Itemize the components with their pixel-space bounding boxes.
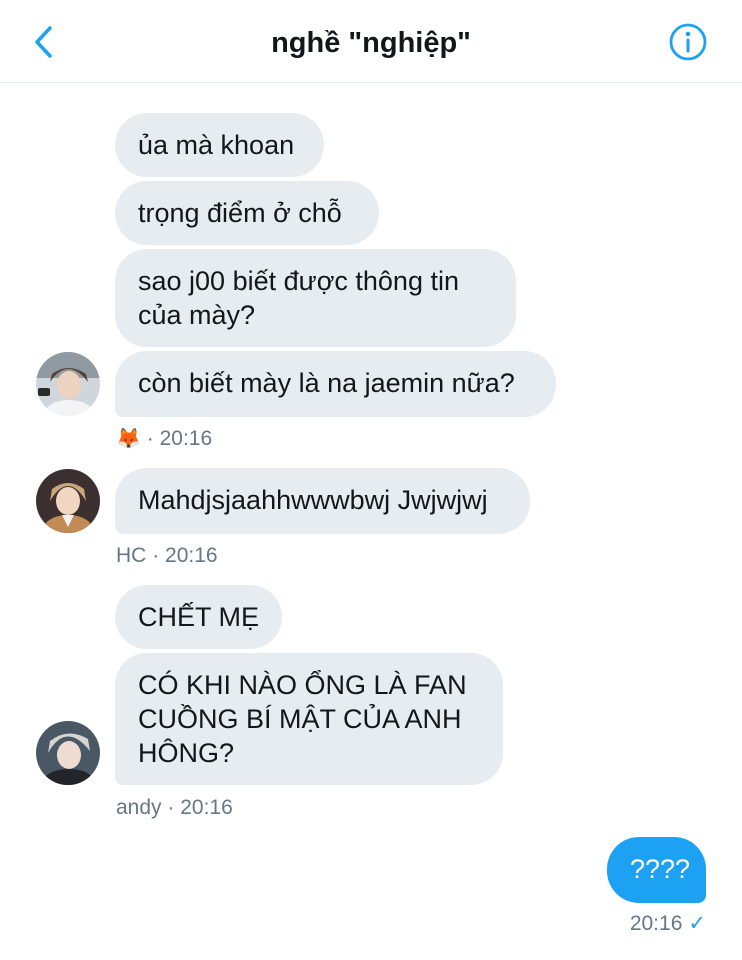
message-time: 20:16 (629, 912, 683, 935)
message-bubble[interactable]: ủa mà khoan (115, 113, 324, 177)
own-message-meta: 20:16 ✓ (630, 911, 706, 937)
own-message-bubble[interactable]: ???? (607, 837, 706, 903)
message-text: còn biết mày là na jaemin nữa? (138, 368, 515, 398)
info-button[interactable] (666, 20, 710, 64)
message-bubble[interactable]: trọng điểm ở chỗ (115, 181, 379, 245)
meta-separator: · (152, 544, 160, 567)
message-time: 20:16 (180, 796, 233, 819)
message-text: ủa mà khoan (138, 130, 295, 160)
message-text-line: sao j00 biết được thông tin (138, 266, 459, 296)
message-meta: andy · 20:16 (116, 795, 233, 821)
conversation-title: nghề "nghiệp" (271, 27, 471, 59)
avatar[interactable] (36, 721, 100, 785)
sender-name: HC (116, 544, 147, 567)
fox-emoji-icon: 🦊 (116, 428, 141, 450)
sender-name: andy (116, 796, 162, 819)
message-meta: HC · 20:16 (116, 543, 218, 569)
message-time: 20:16 (159, 427, 213, 450)
message-text-line: CUỒNG BÍ MẬT CỦA ANH (138, 704, 462, 734)
message-time: 20:16 (165, 544, 218, 567)
meta-separator: · (146, 427, 154, 450)
message-text-line: HÔNG? (138, 738, 235, 768)
message-meta: 🦊 · 20:16 (116, 426, 212, 452)
message-text: Mahdjsjaahhwwwbwj Jwjwjwj (138, 485, 488, 515)
message-text: CHẾT MẸ (138, 602, 260, 632)
message-text: trọng điểm ở chỗ (138, 198, 342, 228)
message-bubble[interactable]: còn biết mày là na jaemin nữa? (115, 351, 556, 417)
avatar-image (36, 721, 100, 785)
avatar-image (36, 469, 100, 533)
info-circle-icon (669, 23, 707, 61)
message-text: ???? (630, 854, 691, 884)
message-bubble[interactable]: CÓ KHI NÀO ỔNG LÀ FAN CUỒNG BÍ MẬT CỦA A… (115, 653, 503, 785)
message-text-line: CÓ KHI NÀO ỔNG LÀ FAN (138, 670, 467, 700)
message-bubble[interactable]: Mahdjsjaahhwwwbwj Jwjwjwj (115, 468, 530, 534)
meta-separator: · (167, 796, 175, 819)
message-bubble[interactable]: CHẾT MẸ (115, 585, 282, 649)
avatar[interactable] (36, 352, 100, 416)
conversation-header: nghề "nghiệp" (0, 0, 742, 83)
avatar-image (36, 352, 100, 416)
avatar[interactable] (36, 469, 100, 533)
message-bubble[interactable]: sao j00 biết được thông tin của mày? (115, 249, 516, 347)
message-text-line: của mày? (138, 300, 256, 330)
sent-check-icon: ✓ (688, 912, 706, 935)
